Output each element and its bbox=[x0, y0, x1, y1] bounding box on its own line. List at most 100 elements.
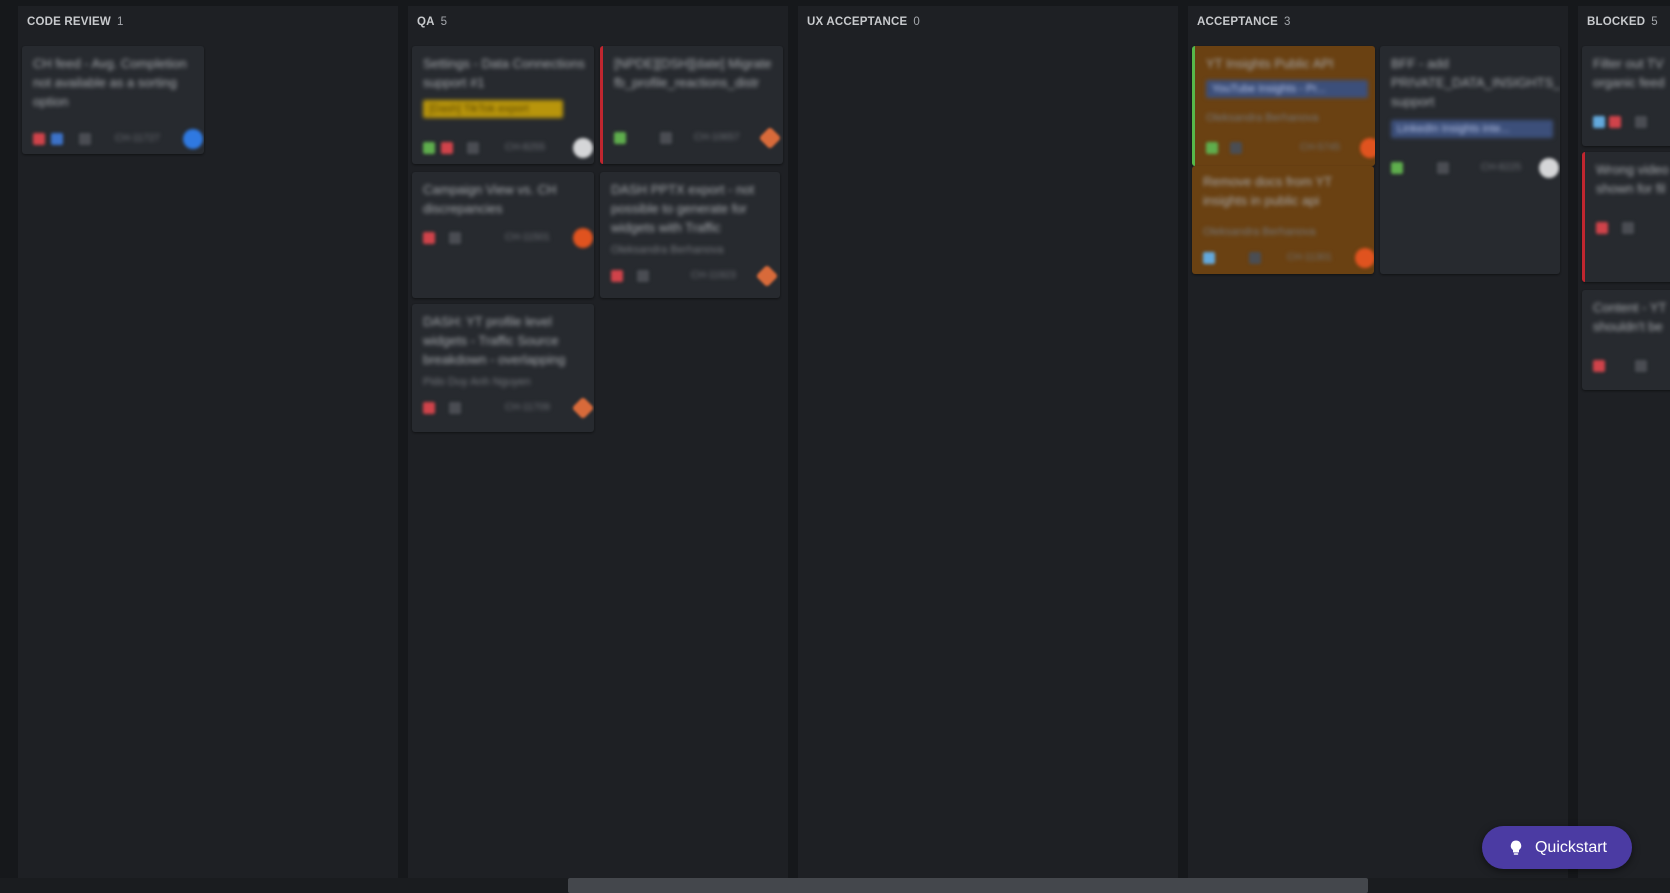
card-ac1[interactable]: YT Insights Public API YouTube Insights … bbox=[1192, 46, 1375, 166]
card-footer: CH-10657 bbox=[614, 126, 782, 150]
estimate-icon bbox=[449, 232, 461, 244]
column-count: 0 bbox=[913, 16, 920, 28]
column-title: ACCEPTANCE bbox=[1197, 16, 1279, 28]
card-title: YT Insights Public API bbox=[1206, 56, 1334, 71]
column-ux-acceptance: UX ACCEPTANCE 0 bbox=[798, 6, 1178, 878]
card-title: [NPDE][DSH][date] Migrate fb_profile_rea… bbox=[614, 56, 772, 90]
column-header: CODE REVIEW 1 bbox=[27, 16, 124, 28]
bug-icon bbox=[423, 402, 435, 414]
card-title: DASH PPTX export - not possible to gener… bbox=[611, 182, 755, 235]
epic-tag: YouTube Insights - Pr... bbox=[1206, 80, 1368, 98]
card-title: CH feed - Avg. Completion not available … bbox=[33, 56, 187, 109]
card-cr1[interactable]: CH feed - Avg. Completion not available … bbox=[22, 46, 204, 154]
assignee-avatar[interactable] bbox=[183, 129, 203, 149]
assignee-avatar[interactable] bbox=[1355, 248, 1374, 268]
assignee-avatar[interactable] bbox=[573, 228, 593, 248]
story-icon bbox=[423, 142, 435, 154]
column-blocked: BLOCKED 5 Filter out TV organic feed Wron… bbox=[1578, 6, 1670, 878]
card-footer: CH-11501 bbox=[423, 228, 593, 248]
assignee-avatar[interactable] bbox=[755, 264, 779, 288]
epic-tag: [Dash] TikTok export bbox=[423, 100, 563, 118]
card-title: Filter out TV organic feed bbox=[1593, 56, 1665, 90]
card-qa3[interactable]: Campaign View vs. CH discrepancies CH-11… bbox=[412, 172, 594, 298]
card-footer bbox=[1593, 112, 1670, 132]
card-footer: CH-8225 bbox=[1391, 158, 1559, 178]
card-footer: CH-8255 bbox=[423, 138, 593, 158]
issue-key: CH-5745 bbox=[1300, 142, 1341, 153]
estimate-icon bbox=[467, 142, 479, 154]
column-code-review: CODE REVIEW 1 CH feed - Avg. Completion n… bbox=[18, 6, 398, 878]
card-title: Remove docs from YT insights in public a… bbox=[1203, 174, 1332, 208]
kanban-board: CODE REVIEW 1 CH feed - Avg. Completion n… bbox=[0, 0, 1670, 878]
card-assignee: Oleksandra Berhanova bbox=[1206, 112, 1319, 124]
issue-key: CH-10657 bbox=[694, 132, 740, 143]
story-icon bbox=[1391, 162, 1403, 174]
column-header: ACCEPTANCE 3 bbox=[1197, 16, 1291, 28]
bug-icon bbox=[33, 133, 45, 145]
card-qa5[interactable]: DASH: YT profile level widgets - Traffic… bbox=[412, 304, 594, 432]
estimate-icon bbox=[79, 133, 91, 145]
story-icon bbox=[1206, 142, 1218, 154]
assignee-avatar[interactable] bbox=[571, 396, 594, 420]
estimate-icon bbox=[637, 270, 649, 282]
card-footer: CH-11709 bbox=[423, 396, 594, 420]
task-icon bbox=[1203, 252, 1215, 264]
card-qa4[interactable]: DASH PPTX export - not possible to gener… bbox=[600, 172, 780, 298]
column-count: 1 bbox=[117, 16, 124, 28]
card-ac3[interactable]: BFF - add PRIVATE_DATA_INSIGHTS_ support… bbox=[1380, 46, 1560, 274]
column-header: UX ACCEPTANCE 0 bbox=[807, 16, 920, 28]
issue-key: CH-8255 bbox=[505, 142, 546, 153]
column-title: CODE REVIEW bbox=[27, 16, 111, 28]
estimate-icon bbox=[1249, 252, 1261, 264]
estimate-icon bbox=[1635, 360, 1647, 372]
card-ac2[interactable]: Remove docs from YT insights in public a… bbox=[1192, 166, 1374, 274]
assignee-avatar[interactable] bbox=[573, 138, 593, 158]
issue-key: CH-11923 bbox=[691, 270, 736, 281]
column-qa: QA 5 Settings - Data Connections support … bbox=[408, 6, 788, 878]
priority-icon bbox=[441, 142, 453, 154]
card-title: Campaign View vs. CH discrepancies bbox=[423, 182, 557, 216]
assignee-avatar[interactable] bbox=[1539, 158, 1559, 178]
assignee-avatar[interactable] bbox=[758, 126, 782, 150]
card-footer: CH-11301 bbox=[1203, 248, 1374, 268]
card-footer: CH-5745 bbox=[1206, 138, 1375, 158]
card-assignee: Oleksandra Berhanova bbox=[611, 244, 724, 256]
bug-icon bbox=[1596, 222, 1608, 234]
issue-key: CH-11501 bbox=[505, 232, 550, 243]
card-title: Wrong video shown for fil bbox=[1596, 162, 1669, 196]
issue-key: CH-11709 bbox=[505, 402, 550, 413]
card-footer: CH-11727 bbox=[33, 129, 203, 149]
lightbulb-icon bbox=[1510, 840, 1522, 855]
card-bl2[interactable]: Wrong video shown for fil bbox=[1582, 152, 1670, 282]
card-qa1[interactable]: Settings - Data Connections support #1 [… bbox=[412, 46, 594, 164]
assignee-avatar[interactable] bbox=[1360, 138, 1375, 158]
issue-key: CH-8225 bbox=[1481, 162, 1522, 173]
bug-icon bbox=[423, 232, 435, 244]
epic-tag: LinkedIn Insights inte... bbox=[1391, 120, 1553, 138]
card-bl1[interactable]: Filter out TV organic feed bbox=[1582, 46, 1670, 146]
estimate-icon bbox=[660, 132, 672, 144]
priority-icon bbox=[1609, 116, 1621, 128]
issue-key: CH-11727 bbox=[115, 133, 160, 144]
estimate-icon bbox=[449, 402, 461, 414]
card-bl3[interactable]: Content - YT shouldn't be bbox=[1582, 290, 1670, 390]
bug-icon bbox=[1593, 360, 1605, 372]
bug-icon bbox=[611, 270, 623, 282]
column-header: BLOCKED 5 bbox=[1587, 16, 1658, 28]
card-title: Content - YT shouldn't be bbox=[1593, 300, 1667, 334]
column-title: BLOCKED bbox=[1587, 16, 1646, 28]
column-count: 3 bbox=[1284, 16, 1291, 28]
card-title: DASH: YT profile level widgets - Traffic… bbox=[423, 314, 566, 367]
estimate-icon bbox=[1437, 162, 1449, 174]
scrollbar-thumb[interactable] bbox=[568, 878, 1368, 893]
estimate-icon bbox=[1635, 116, 1647, 128]
column-acceptance: ACCEPTANCE 3 YT Insights Public API YouTu… bbox=[1188, 6, 1568, 878]
priority-icon bbox=[51, 133, 63, 145]
column-header: QA 5 bbox=[417, 16, 447, 28]
issue-key: CH-11301 bbox=[1287, 252, 1332, 263]
quickstart-button[interactable]: Quickstart bbox=[1482, 826, 1632, 869]
card-qa2[interactable]: [NPDE][DSH][date] Migrate fb_profile_rea… bbox=[600, 46, 783, 164]
card-title: Settings - Data Connections support #1 bbox=[423, 56, 585, 90]
column-count: 5 bbox=[1651, 16, 1658, 28]
task-icon bbox=[1593, 116, 1605, 128]
